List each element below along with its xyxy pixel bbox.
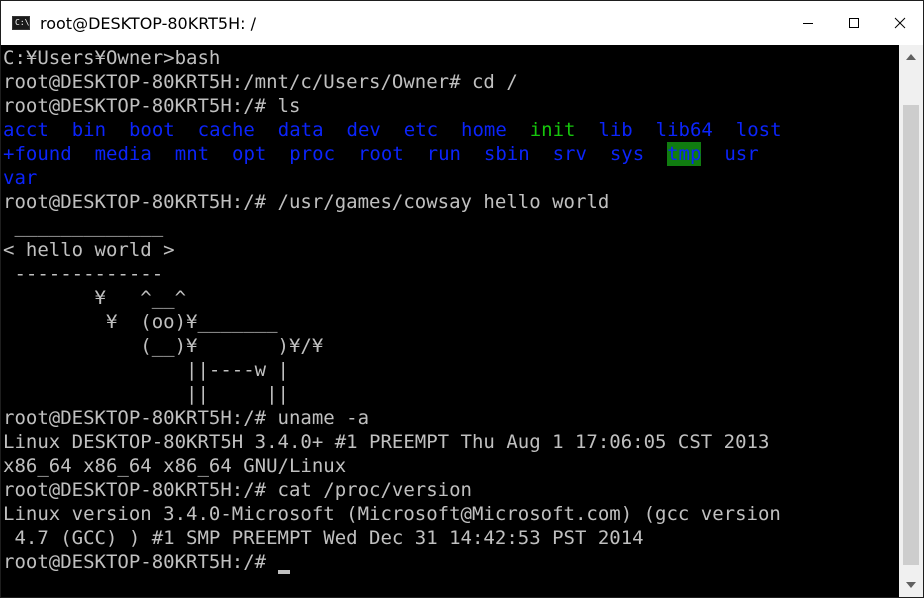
terminal-line: (__)¥ )¥/¥ [3, 335, 324, 357]
close-icon [894, 17, 906, 29]
title-bar[interactable]: C:\ root@DESKTOP-80KRT5H: / [1, 1, 923, 45]
terminal-line: C:¥Users¥Owner>bash [3, 47, 221, 69]
directory-entry: root [357, 143, 404, 165]
terminal-line: x86_64 x86_64 x86_64 GNU/Linux [3, 455, 347, 477]
directory-entry: srv [552, 143, 587, 165]
directory-entry: lost [735, 119, 782, 141]
directory-entry: lib [598, 119, 633, 141]
scrollbar-thumb[interactable] [903, 105, 919, 565]
shell-prompt: root@DESKTOP-80KRT5H:/# [3, 551, 278, 573]
terminal-line: 4.7 (GCC) ) #1 SMP PREEMPT Wed Dec 31 14… [3, 527, 644, 549]
directory-entry: dev [346, 119, 381, 141]
minimize-icon [803, 23, 813, 24]
terminal-line: ||----w | [3, 359, 289, 381]
scroll-down-button[interactable] [899, 573, 923, 597]
directory-entry: proc [289, 143, 336, 165]
directory-entry: home [461, 119, 507, 141]
directory-entry: media [94, 143, 152, 165]
directory-entry: cache [197, 119, 255, 141]
terminal-line: ------------- [3, 263, 164, 285]
directory-entry: data [277, 119, 324, 141]
terminal-line: Linux version 3.4.0-Microsoft (Microsoft… [3, 503, 781, 525]
terminal-line: _____________ [3, 215, 164, 237]
maximize-icon [849, 18, 859, 28]
window-controls [785, 1, 923, 45]
minimize-button[interactable] [785, 1, 831, 45]
console-icon-glyph: C:\ [15, 18, 30, 27]
terminal-line: < hello world > [3, 239, 175, 261]
directory-entry: acct [3, 119, 49, 141]
directory-entry: bin [71, 119, 107, 141]
active-prompt-line: root@DESKTOP-80KRT5H:/# [3, 550, 290, 574]
terminal-line: Linux DESKTOP-80KRT5H 3.4.0+ #1 PREEMPT … [3, 431, 770, 453]
directory-entry: mnt [174, 143, 210, 165]
terminal-output[interactable]: C:¥Users¥Owner>bash root@DESKTOP-80KRT5H:… [1, 45, 899, 597]
window-title: root@DESKTOP-80KRT5H: / [40, 13, 257, 33]
close-button[interactable] [877, 1, 923, 45]
directory-entry: var [3, 167, 38, 189]
scroll-up-button[interactable] [899, 45, 923, 69]
terminal-line: root@DESKTOP-80KRT5H:/mnt/c/Users/Owner#… [3, 71, 518, 93]
directory-entry: init [529, 119, 576, 141]
terminal-line: root@DESKTOP-80KRT5H:/# /usr/games/cowsa… [3, 191, 610, 213]
terminal-line: root@DESKTOP-80KRT5H:/# uname -a [3, 407, 370, 429]
terminal-window: C:\ root@DESKTOP-80KRT5H: / C:¥Users¥Own… [0, 0, 924, 598]
directory-entry: sbin [483, 143, 530, 165]
terminal-line: ¥ ^__^ [3, 287, 187, 309]
directory-entry: sys [609, 143, 645, 165]
directory-entry: lib64 [655, 119, 713, 141]
directory-entry: tmp [667, 142, 702, 166]
directory-entry: boot [128, 119, 175, 141]
directory-entry: +found [3, 143, 72, 165]
text-cursor [277, 570, 290, 574]
scroll-down-arrow-icon [906, 582, 916, 588]
scroll-up-arrow-icon [906, 54, 916, 60]
directory-entry: usr [724, 143, 759, 165]
directory-entry: etc [403, 119, 439, 141]
terminal-line: root@DESKTOP-80KRT5H:/# ls [3, 95, 301, 117]
console-icon[interactable]: C:\ [12, 16, 30, 30]
directory-entry: run [426, 143, 461, 165]
vertical-scrollbar[interactable] [899, 45, 923, 597]
maximize-button[interactable] [831, 1, 877, 45]
terminal-line: || || [3, 383, 289, 405]
directory-entry: opt [232, 143, 267, 165]
terminal-line: ¥ (oo)¥_______ [3, 311, 278, 333]
terminal-line: root@DESKTOP-80KRT5H:/# cat /proc/versio… [3, 479, 472, 501]
